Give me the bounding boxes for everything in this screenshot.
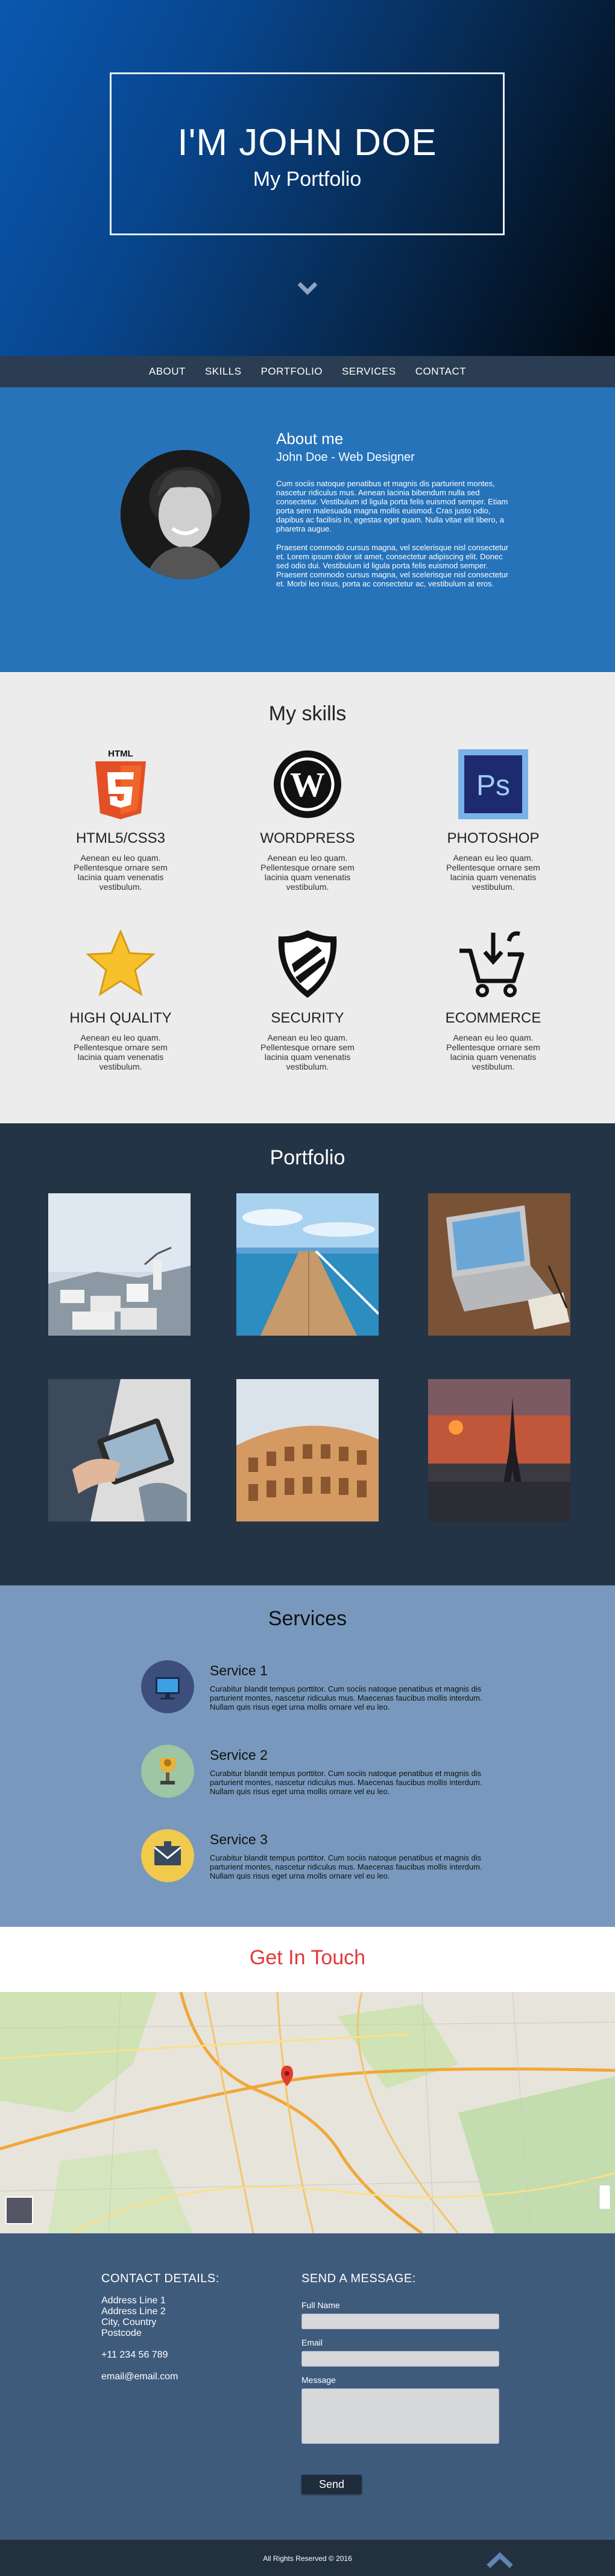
service-title: Service 3 [210,1832,268,1847]
chevron-down-icon[interactable] [297,278,318,299]
skill-name: SECURITY [271,1010,344,1026]
service-description: Curabitur blandit tempus porttitor. Cum … [210,1769,482,1796]
star-icon [86,929,156,997]
html5-icon: HTML [95,749,146,819]
section-title: Services [268,1607,347,1630]
portfolio-section: Portfolio [0,1123,615,1585]
photoshop-icon: Ps [458,749,528,819]
svg-text:Ps: Ps [476,770,510,802]
address-line: Address Line 2 [101,2306,166,2317]
skill-name: PHOTOSHOP [447,830,540,846]
contact-details-title: CONTACT DETAILS: [101,2272,219,2285]
portfolio-image-eiffel-tower[interactable] [428,1379,570,1521]
wordpress-icon: W [274,750,341,818]
nav-about[interactable]: ABOUT [149,366,186,378]
skill-description: Aenean eu leo quam. Pellentesque ornare … [74,1033,168,1071]
about-paragraph: Praesent commodo cursus magna, vel scele… [276,543,509,588]
email-field[interactable] [301,2351,499,2367]
contact-details: CONTACT DETAILS: Address Line 1 Address … [101,2272,258,2382]
phone: +11 234 56 789 [101,2350,168,2360]
service-description: Curabitur blandit tempus porttitor. Cum … [210,1684,482,1712]
skills-section: My skills HTML HTML5/CSS3 Aenean eu leo … [0,672,615,1123]
portfolio-image-colosseum[interactable] [236,1379,379,1521]
service-title: Service 1 [210,1663,268,1678]
about-paragraph: Cum sociis natoque penatibus et magnis d… [276,479,508,533]
shield-icon [278,930,337,998]
nav-skills[interactable]: SKILLS [205,366,242,378]
skill-item: HIGH QUALITY Aenean eu leo quam. Pellent… [54,928,187,1071]
skill-description: Aenean eu leo quam. Pellentesque ornare … [260,853,355,892]
about-title: About me [276,430,344,448]
hero-section: I'M JOHN DOE My Portfolio [0,0,615,356]
section-title: Get In Touch [249,1946,366,1969]
hero-subtitle: My Portfolio [253,168,362,191]
services-section: Services Service 1 Curabitur blandit tem… [0,1585,615,1927]
section-title: My skills [268,702,347,725]
trophy-icon [141,1745,194,1798]
get-in-touch-section: Get In Touch [0,1927,615,1992]
address-line: Postcode [101,2328,142,2338]
address-line: Address Line 1 [101,2295,166,2306]
skill-description: Aenean eu leo quam. Pellentesque ornare … [74,853,168,892]
skill-description: Aenean eu leo quam. Pellentesque ornare … [446,1033,540,1071]
svg-text:W: W [290,765,325,804]
form-title: SEND A MESSAGE: [301,2272,416,2285]
nav-services[interactable]: SERVICES [342,366,396,378]
skill-name: HIGH QUALITY [69,1010,172,1026]
cart-icon [459,931,525,997]
avatar [121,450,250,579]
portfolio-image-laptop-desk[interactable] [428,1193,570,1336]
section-title: Portfolio [270,1146,345,1169]
about-text: About me John Doe - Web Designer Cum soc… [276,430,517,588]
skill-description: Aenean eu leo quam. Pellentesque ornare … [446,853,540,892]
skill-item: HTML HTML5/CSS3 Aenean eu leo quam. Pell… [54,748,187,892]
skill-item: W WORDPRESS Aenean eu leo quam. Pellente… [241,748,374,892]
full-name-label: Full Name [301,2300,340,2310]
message-field[interactable] [301,2388,499,2444]
chevron-up-icon[interactable] [486,2551,514,2569]
envelope-icon [141,1829,194,1882]
address-line: City, Country [101,2317,157,2327]
portfolio-image-santorini[interactable] [48,1193,191,1336]
portfolio-image-pier[interactable] [236,1193,379,1336]
skill-name: HTML5/CSS3 [75,830,166,846]
contact-section: CONTACT DETAILS: Address Line 1 Address … [0,2233,615,2540]
portfolio-image-tablet[interactable] [48,1379,191,1521]
nav-contact[interactable]: CONTACT [415,366,466,378]
service-description: Curabitur blandit tempus porttitor. Cum … [210,1853,482,1880]
skill-item: Ps PHOTOSHOP Aenean eu leo quam. Pellent… [427,748,560,892]
message-form: SEND A MESSAGE: Full Name Email Message [301,2272,506,2444]
skill-name: ECOMMERCE [445,1010,541,1026]
copyright-text: All Rights Reserved © 2016 [263,2554,352,2563]
email-label: Email [301,2338,323,2347]
service-title: Service 2 [210,1747,268,1763]
svg-text:HTML: HTML [108,749,133,759]
hero-title-box: I'M JOHN DOE My Portfolio [110,72,505,235]
skill-item: ECOMMERCE Aenean eu leo quam. Pellentesq… [427,928,560,1071]
about-role: John Doe - Web Designer [276,451,415,464]
skill-description: Aenean eu leo quam. Pellentesque ornare … [260,1033,355,1071]
nav-portfolio[interactable]: PORTFOLIO [261,366,323,378]
send-button[interactable]: Send [301,2475,362,2494]
full-name-field[interactable] [301,2314,499,2329]
email-link[interactable]: email@email.com [101,2371,258,2382]
about-section: About me John Doe - Web Designer Cum soc… [0,387,615,672]
message-label: Message [301,2375,336,2385]
skill-name: WORDPRESS [260,830,355,846]
monitor-icon [141,1660,194,1713]
map-embed[interactable] [0,1992,615,2233]
skill-item: SECURITY Aenean eu leo quam. Pellentesqu… [241,928,374,1071]
footer: All Rights Reserved © 2016 [0,2540,615,2576]
main-nav: ABOUT SKILLS PORTFOLIO SERVICES CONTACT [0,356,615,387]
hero-title: I'M JOHN DOE [177,122,437,163]
